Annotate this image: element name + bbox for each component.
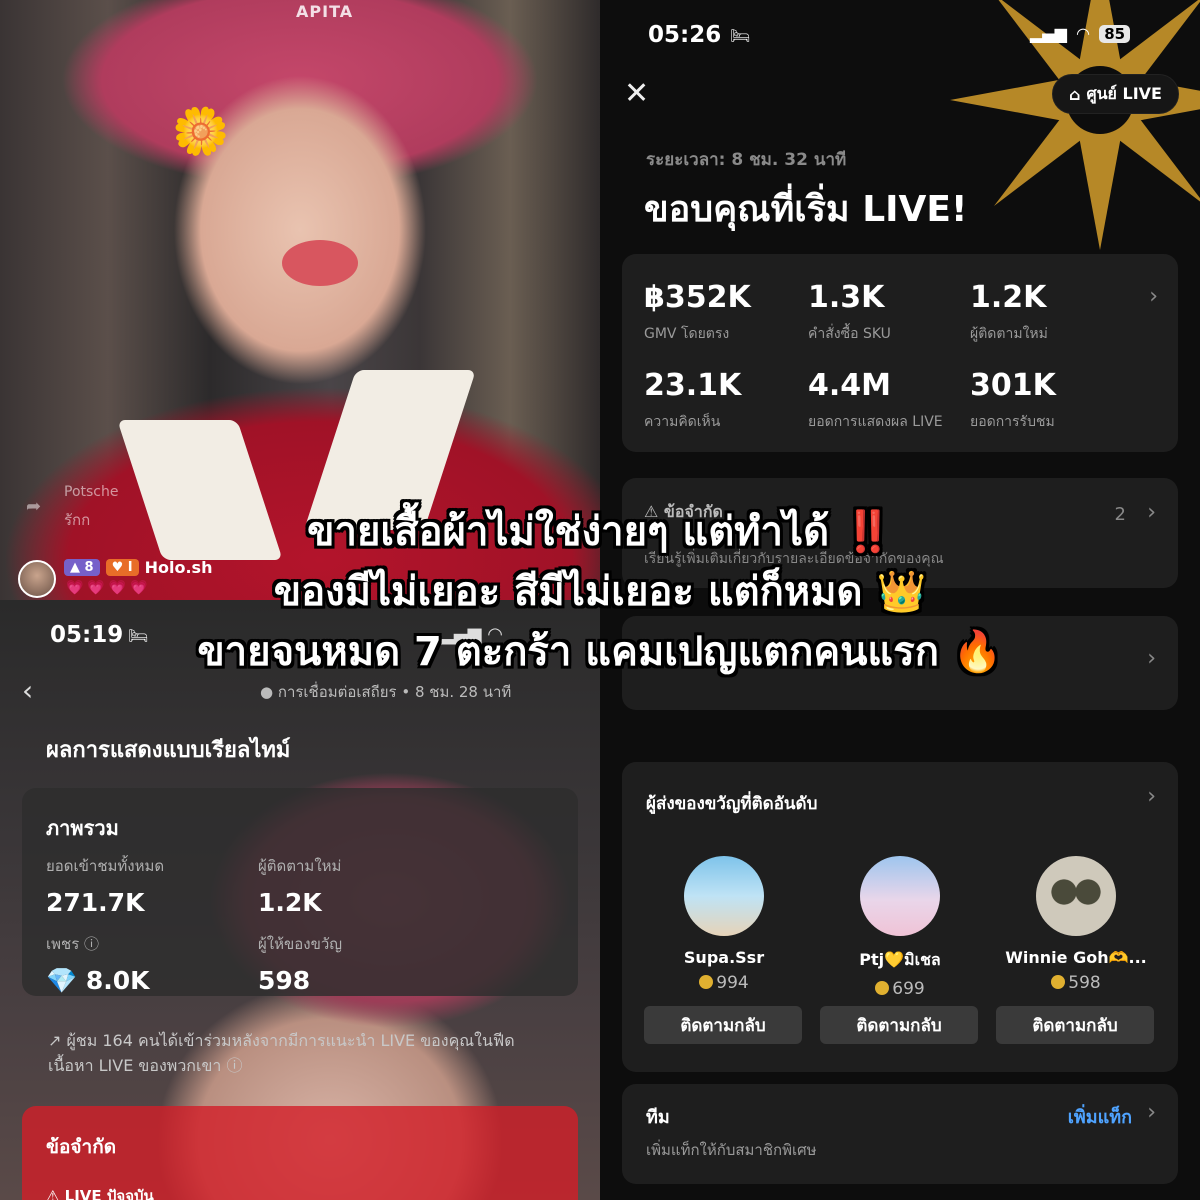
realtime-performance-screen: 05:19 🛏 ▂▄▆ ◠ ‹ ● การเชื่อมต่อเสถียร • 8… [0,600,600,1200]
crown-icon: 👑 [876,569,927,615]
follow-back-button[interactable]: ติดตามกลับ [820,1006,978,1044]
stats-card[interactable]: ฿352K GMV โดยตรง 1.3K คำสั่งซื้อ SKU 1.2… [622,254,1178,452]
lips-shape [282,240,358,286]
live-center-label: ศูนย์ LIVE [1086,83,1162,103]
chevron-right-icon[interactable]: › [1147,784,1156,809]
diamond-icon: 💎 [46,966,78,995]
gifter-name: Supa.Ssr [683,948,765,967]
wifi-icon: ◠ [1076,24,1090,43]
team-card: ทีม เพิ่มแท็กให้กับสมาชิกพิเศษ เพิ่มแท็ก… [622,1084,1178,1184]
page-title: ขอบคุณที่เริ่ม LIVE! [644,189,968,230]
new-followers-stat: ผู้ติดตามใหม่ 1.2K [258,857,342,917]
flower-icon: 🌼 [172,104,230,158]
hat-logo: APITA [296,2,354,21]
info-icon[interactable]: ⓘ [226,1056,242,1075]
top-gifters-title: ผู้ส่งของขวัญที่ติดอันดับ [646,794,818,814]
coin-icon [1051,975,1066,989]
limits-status: ⚠ LIVE ปัจจุบัน [46,1187,154,1200]
add-tag-link[interactable]: เพิ่มแท็ก [1068,1102,1132,1131]
team-subtitle: เพิ่มแท็กให้กับสมาชิกพิเศษ [646,1141,817,1159]
gifter-coins: 598 [996,973,1156,993]
overview-title: ภาพรวม [46,816,119,840]
chevron-right-icon[interactable]: › [1147,1100,1156,1125]
gifter-name: Ptj💛มิเชล [859,950,941,969]
avatar [860,856,940,936]
avatar [1036,856,1116,936]
team-title: ทีม [646,1107,670,1128]
coin-icon [875,981,890,995]
gifter-item[interactable]: Ptj💛มิเชล 699 [820,856,980,999]
follow-back-button[interactable]: ติดตามกลับ [644,1006,802,1044]
double-exclamation-icon: ‼️ [843,509,893,555]
gifters-stat: ผู้ให้ของขวัญ 598 [258,935,343,995]
caption-line-2: ของมีไม่เยอะ สีมีไม่เยอะ แต่ก็หมด 👑 [273,569,927,615]
close-icon[interactable]: ✕ [624,76,649,111]
live-center-button[interactable]: ⌂ ศูนย์ LIVE [1052,74,1179,114]
viewer-note: ↗ ผู้ชม 164 คนได้เข้าร่วมหลังจากมีการแนะ… [48,1031,515,1075]
avatar [684,856,764,936]
status-icons: ▂▄▆ ◠ 85 [1030,24,1131,43]
chevron-right-icon: › [1149,284,1158,309]
stat-impressions: 4.4M ยอดการแสดงผล LIVE [808,368,943,430]
info-icon[interactable]: ⓘ [84,935,99,953]
top-gifters-card: ผู้ส่งของขวัญที่ติดอันดับ › Supa.Ssr 994… [622,762,1178,1072]
coin-icon [699,975,714,989]
stat-comments: 23.1K ความคิดเห็น [644,368,742,430]
stat-views: 301K ยอดการรับชม [970,368,1056,430]
gifter-item[interactable]: Supa.Ssr 994 [644,856,804,993]
trend-icon: ↗ [48,1031,62,1050]
home-icon: ⌂ [1069,84,1081,104]
promo-caption: ขายเสื้อผ้าไม่ใช่ง่ายๆ แต่ทำได้ ‼️ ของมี… [0,502,1200,682]
gifter-item[interactable]: Winnie Goh🫶... 598 [996,856,1156,993]
overview-card: ภาพรวม ยอดเข้าชมทั้งหมด 271.7K ผู้ติดตาม… [22,788,578,996]
live-duration: ระยะเวลา: 8 ชม. 32 นาที [646,150,847,170]
diamonds-stat: เพชร ⓘ 💎 8.0K [46,935,150,995]
limits-title: ข้อจำกัด [46,1136,117,1158]
fire-icon: 🔥 [952,629,1003,675]
caption-line-1: ขายเสื้อผ้าไม่ใช่ง่ายๆ แต่ทำได้ ‼️ [307,509,893,555]
stat-sku-orders: 1.3K คำสั่งซื้อ SKU [808,280,891,342]
gifter-name: Winnie Goh🫶... [1005,948,1147,967]
sleep-icon: 🛏 [730,26,751,45]
signal-icon: ▂▄▆ [1030,24,1067,43]
connection-status: ● การเชื่อมต่อเสถียร • 8 ชม. 28 นาที [260,683,512,701]
battery-icon: 85 [1099,24,1131,43]
gifter-coins: 994 [644,973,804,993]
stat-new-followers: 1.2K ผู้ติดตามใหม่ [970,280,1048,342]
comment-username: Potsche [64,484,119,500]
total-views-stat: ยอดเข้าชมทั้งหมด 271.7K [46,857,165,917]
caption-line-3: ขายจนหมด 7 ตะกร้า แคมเปญแตกคนแรก 🔥 [197,629,1003,675]
status-time: 05:26 [648,22,722,48]
limits-card[interactable]: ข้อจำกัด ⚠ LIVE ปัจจุบัน [22,1106,578,1200]
follow-back-button[interactable]: ติดตามกลับ [996,1006,1154,1044]
page-title: ผลการแสดงแบบเรียลไทม์ [46,738,291,763]
gifter-coins: 699 [820,979,980,999]
stat-gmv: ฿352K GMV โดยตรง [644,280,751,342]
